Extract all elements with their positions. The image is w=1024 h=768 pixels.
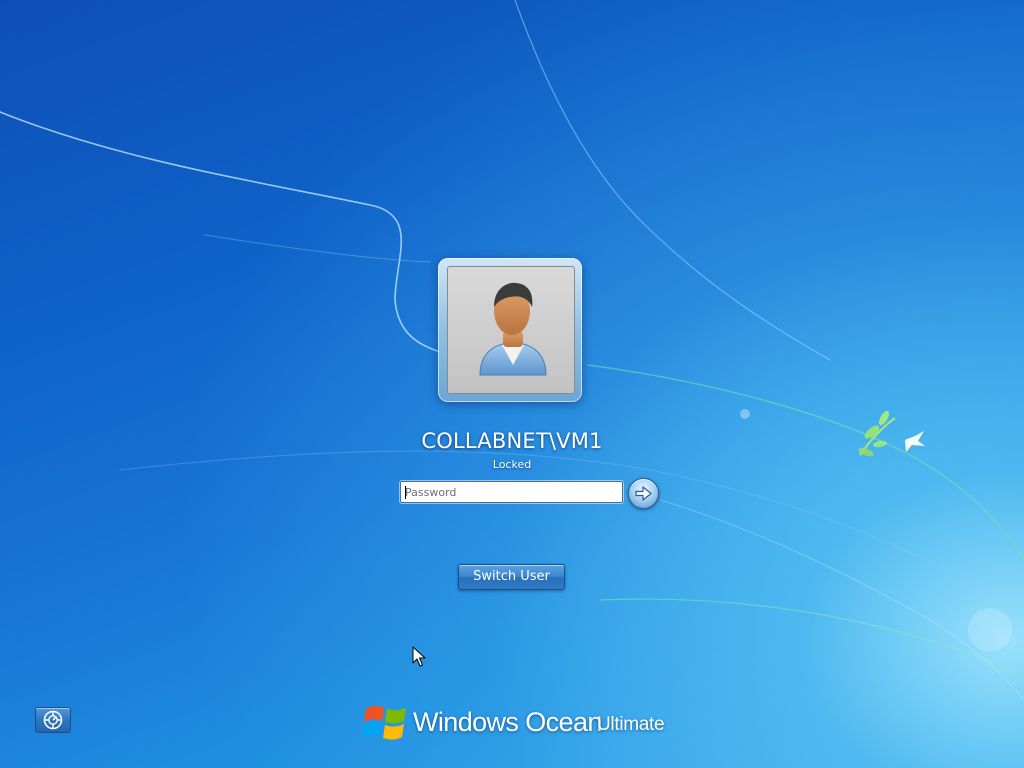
light-streak <box>119 450 1024 611</box>
password-input[interactable] <box>400 481 623 503</box>
user-tile[interactable] <box>438 258 582 402</box>
arrow-right-icon <box>635 486 652 501</box>
product-name: Windows Ocean <box>413 707 602 737</box>
light-streak <box>587 364 1024 561</box>
product-branding: Windows Ocean Ultimate <box>363 698 673 744</box>
light-streak <box>659 499 1024 701</box>
user-status: Locked <box>492 458 532 471</box>
user-picture <box>447 266 575 394</box>
windows-flag-icon <box>363 705 406 740</box>
product-edition: Ultimate <box>597 714 665 735</box>
mouse-pointer-icon <box>412 646 426 667</box>
switch-user-button[interactable]: Switch User <box>458 564 565 590</box>
bird-and-branch-decoration <box>740 409 1012 652</box>
light-streak <box>0 111 441 353</box>
submit-password-button[interactable] <box>628 478 659 509</box>
light-streak <box>204 234 431 263</box>
light-streak <box>599 598 1024 681</box>
text-caret <box>405 486 406 499</box>
ease-of-access-icon <box>43 710 63 730</box>
ease-of-access-button[interactable] <box>35 707 71 733</box>
user-avatar-icon <box>479 282 547 376</box>
user-name: COLLABNET\VM1 <box>421 429 603 453</box>
